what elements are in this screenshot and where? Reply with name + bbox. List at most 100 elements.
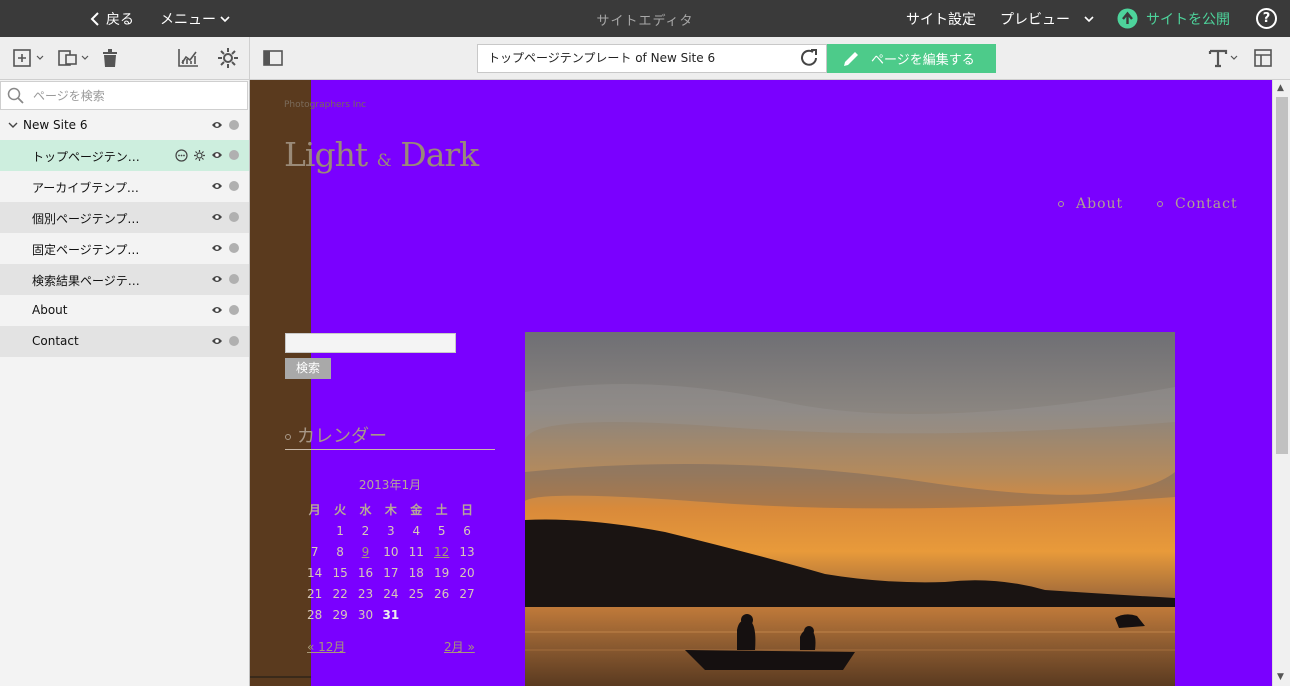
layout-icon — [1254, 49, 1272, 67]
calendar-day: 10 — [383, 544, 399, 559]
calendar-day: 26 — [434, 586, 450, 601]
page-sidebar: New Site 6 トップページテン… アーカイブテンプ… 個別ページテンプ…… — [0, 80, 250, 686]
calendar-day: 3 — [387, 523, 395, 538]
scroll-down-arrow-icon[interactable]: ▼ — [1277, 672, 1284, 682]
sidebar-item-page[interactable]: 個別ページテンプ… — [0, 202, 249, 233]
gear-icon[interactable] — [193, 149, 206, 162]
calendar-day: 28 — [307, 607, 323, 622]
add-page-icon — [13, 49, 31, 67]
sidebar-item-label: 固定ページテンプ… — [32, 243, 140, 257]
sidebar-item-page[interactable]: 検索結果ページテ… — [0, 264, 249, 295]
calendar-day — [454, 604, 479, 625]
more-options-icon[interactable] — [175, 149, 188, 162]
analytics-button[interactable] — [177, 47, 199, 69]
calendar-day: 30 — [357, 607, 374, 622]
calendar-day: 4 — [412, 523, 421, 538]
page-search[interactable] — [0, 81, 248, 110]
preview-search-button[interactable]: 検索 — [285, 358, 331, 379]
add-page-button[interactable] — [12, 47, 44, 69]
eye-icon[interactable] — [211, 305, 223, 315]
calendar-day: 13 — [459, 544, 475, 559]
settings-button[interactable] — [217, 47, 239, 69]
copy-page-button[interactable] — [57, 47, 89, 69]
eye-icon[interactable] — [211, 336, 223, 346]
layout-button[interactable] — [1253, 47, 1273, 69]
chevron-down-icon — [1230, 55, 1238, 60]
menu-button[interactable]: メニュー — [160, 9, 230, 29]
sidebar-item-page[interactable]: 固定ページテンプ… — [0, 233, 249, 264]
chevron-left-icon — [90, 12, 99, 26]
site-tree-root[interactable]: New Site 6 — [0, 110, 249, 141]
preview-nav-contact[interactable]: Contact — [1157, 196, 1238, 212]
eye-icon[interactable] — [211, 181, 223, 191]
calendar-day: 2 — [361, 523, 370, 538]
publish-button[interactable]: サイトを公開 — [1117, 8, 1230, 29]
eye-icon[interactable] — [211, 212, 223, 222]
site-preview[interactable]: Photographers Inc Light & Dark About Con… — [250, 80, 1272, 686]
back-button[interactable]: 戻る — [90, 9, 134, 29]
calendar-day: 6 — [463, 523, 471, 538]
calendar-prev-link[interactable]: « 12月 — [307, 638, 345, 655]
calendar-day: 7 — [310, 544, 319, 559]
preview-logo[interactable]: Light & Dark — [284, 135, 479, 174]
calendar-heading: カレンダー — [285, 420, 495, 450]
scroll-up-arrow-icon[interactable]: ▲ — [1277, 83, 1284, 93]
calendar-day: 20 — [459, 565, 475, 580]
current-page-field[interactable]: トップページテンプレート of New Site 6 — [477, 44, 827, 73]
page-search-input[interactable] — [33, 88, 233, 103]
status-dot — [229, 150, 239, 160]
nav-bullet — [1157, 201, 1163, 207]
calendar-day: 17 — [383, 565, 399, 580]
eye-icon[interactable] — [211, 120, 223, 130]
eye-icon[interactable] — [211, 243, 223, 253]
preview-search-input[interactable] — [285, 333, 456, 353]
calendar-weekday: 木 — [384, 503, 397, 517]
eye-icon[interactable] — [211, 274, 223, 284]
calendar-heading-label: カレンダー — [297, 425, 387, 447]
sidebar-item-label: Contact — [32, 334, 79, 348]
sidebar-item-page[interactable]: アーカイブテンプ… — [0, 171, 249, 202]
nav-label: About — [1076, 196, 1124, 212]
calendar-day: 25 — [408, 586, 424, 601]
chevron-down-icon[interactable] — [8, 121, 18, 129]
calendar-day[interactable]: 9 — [353, 541, 378, 562]
toolbar: トップページテンプレート of New Site 6 ページを編集する — [0, 37, 1290, 80]
preview-nav-about[interactable]: About — [1058, 196, 1123, 212]
chevron-down-icon — [1084, 16, 1094, 23]
preview-scrollbar[interactable]: ▲ ▼ — [1272, 80, 1290, 686]
text-format-button[interactable] — [1208, 47, 1238, 69]
calendar-table: 月火水木金土日 1 2 3 4 5 6 7 8 9 10 11 12 13 14 15 16 17 18 19 20 2… — [302, 499, 480, 625]
search-icon — [7, 87, 24, 104]
text-format-icon — [1208, 49, 1228, 68]
edit-page-button[interactable]: ページを編集する — [827, 44, 996, 73]
nav-label: Contact — [1175, 196, 1238, 212]
calendar-day — [429, 604, 454, 625]
site-settings-button[interactable]: サイト設定 — [906, 9, 976, 29]
sidebar-item-page[interactable]: About — [0, 295, 249, 326]
delete-page-button[interactable] — [101, 47, 119, 69]
help-icon[interactable]: ? — [1256, 8, 1277, 29]
preview-company-name: Photographers Inc — [284, 100, 367, 110]
copy-page-icon — [58, 50, 77, 66]
chevron-down-icon — [36, 55, 44, 60]
eye-icon[interactable] — [211, 150, 223, 160]
logo-amp: & — [376, 151, 392, 171]
sidebar-item-label: 検索結果ページテ… — [32, 274, 140, 288]
sidebar-toggle-button[interactable] — [262, 47, 284, 69]
calendar-day: 5 — [437, 523, 446, 538]
calendar-day: 21 — [307, 586, 323, 601]
sidebar-item-page[interactable]: トップページテン… — [0, 140, 249, 171]
site-name: New Site 6 — [23, 118, 88, 132]
calendar-next-link[interactable]: 2月 » — [444, 638, 475, 655]
heading-bullet — [285, 433, 291, 440]
calendar-weekday: 火 — [334, 503, 347, 517]
nav-bullet — [1058, 201, 1064, 207]
calendar-day[interactable]: 12 — [429, 541, 454, 562]
status-dot — [229, 274, 239, 284]
reload-button[interactable] — [798, 47, 820, 69]
preview-button[interactable]: プレビュー — [1000, 9, 1094, 29]
sidebar-item-page[interactable]: Contact — [0, 326, 249, 357]
status-dot — [229, 212, 239, 222]
publish-label: サイトを公開 — [1146, 11, 1230, 28]
scroll-thumb[interactable] — [1276, 97, 1288, 454]
